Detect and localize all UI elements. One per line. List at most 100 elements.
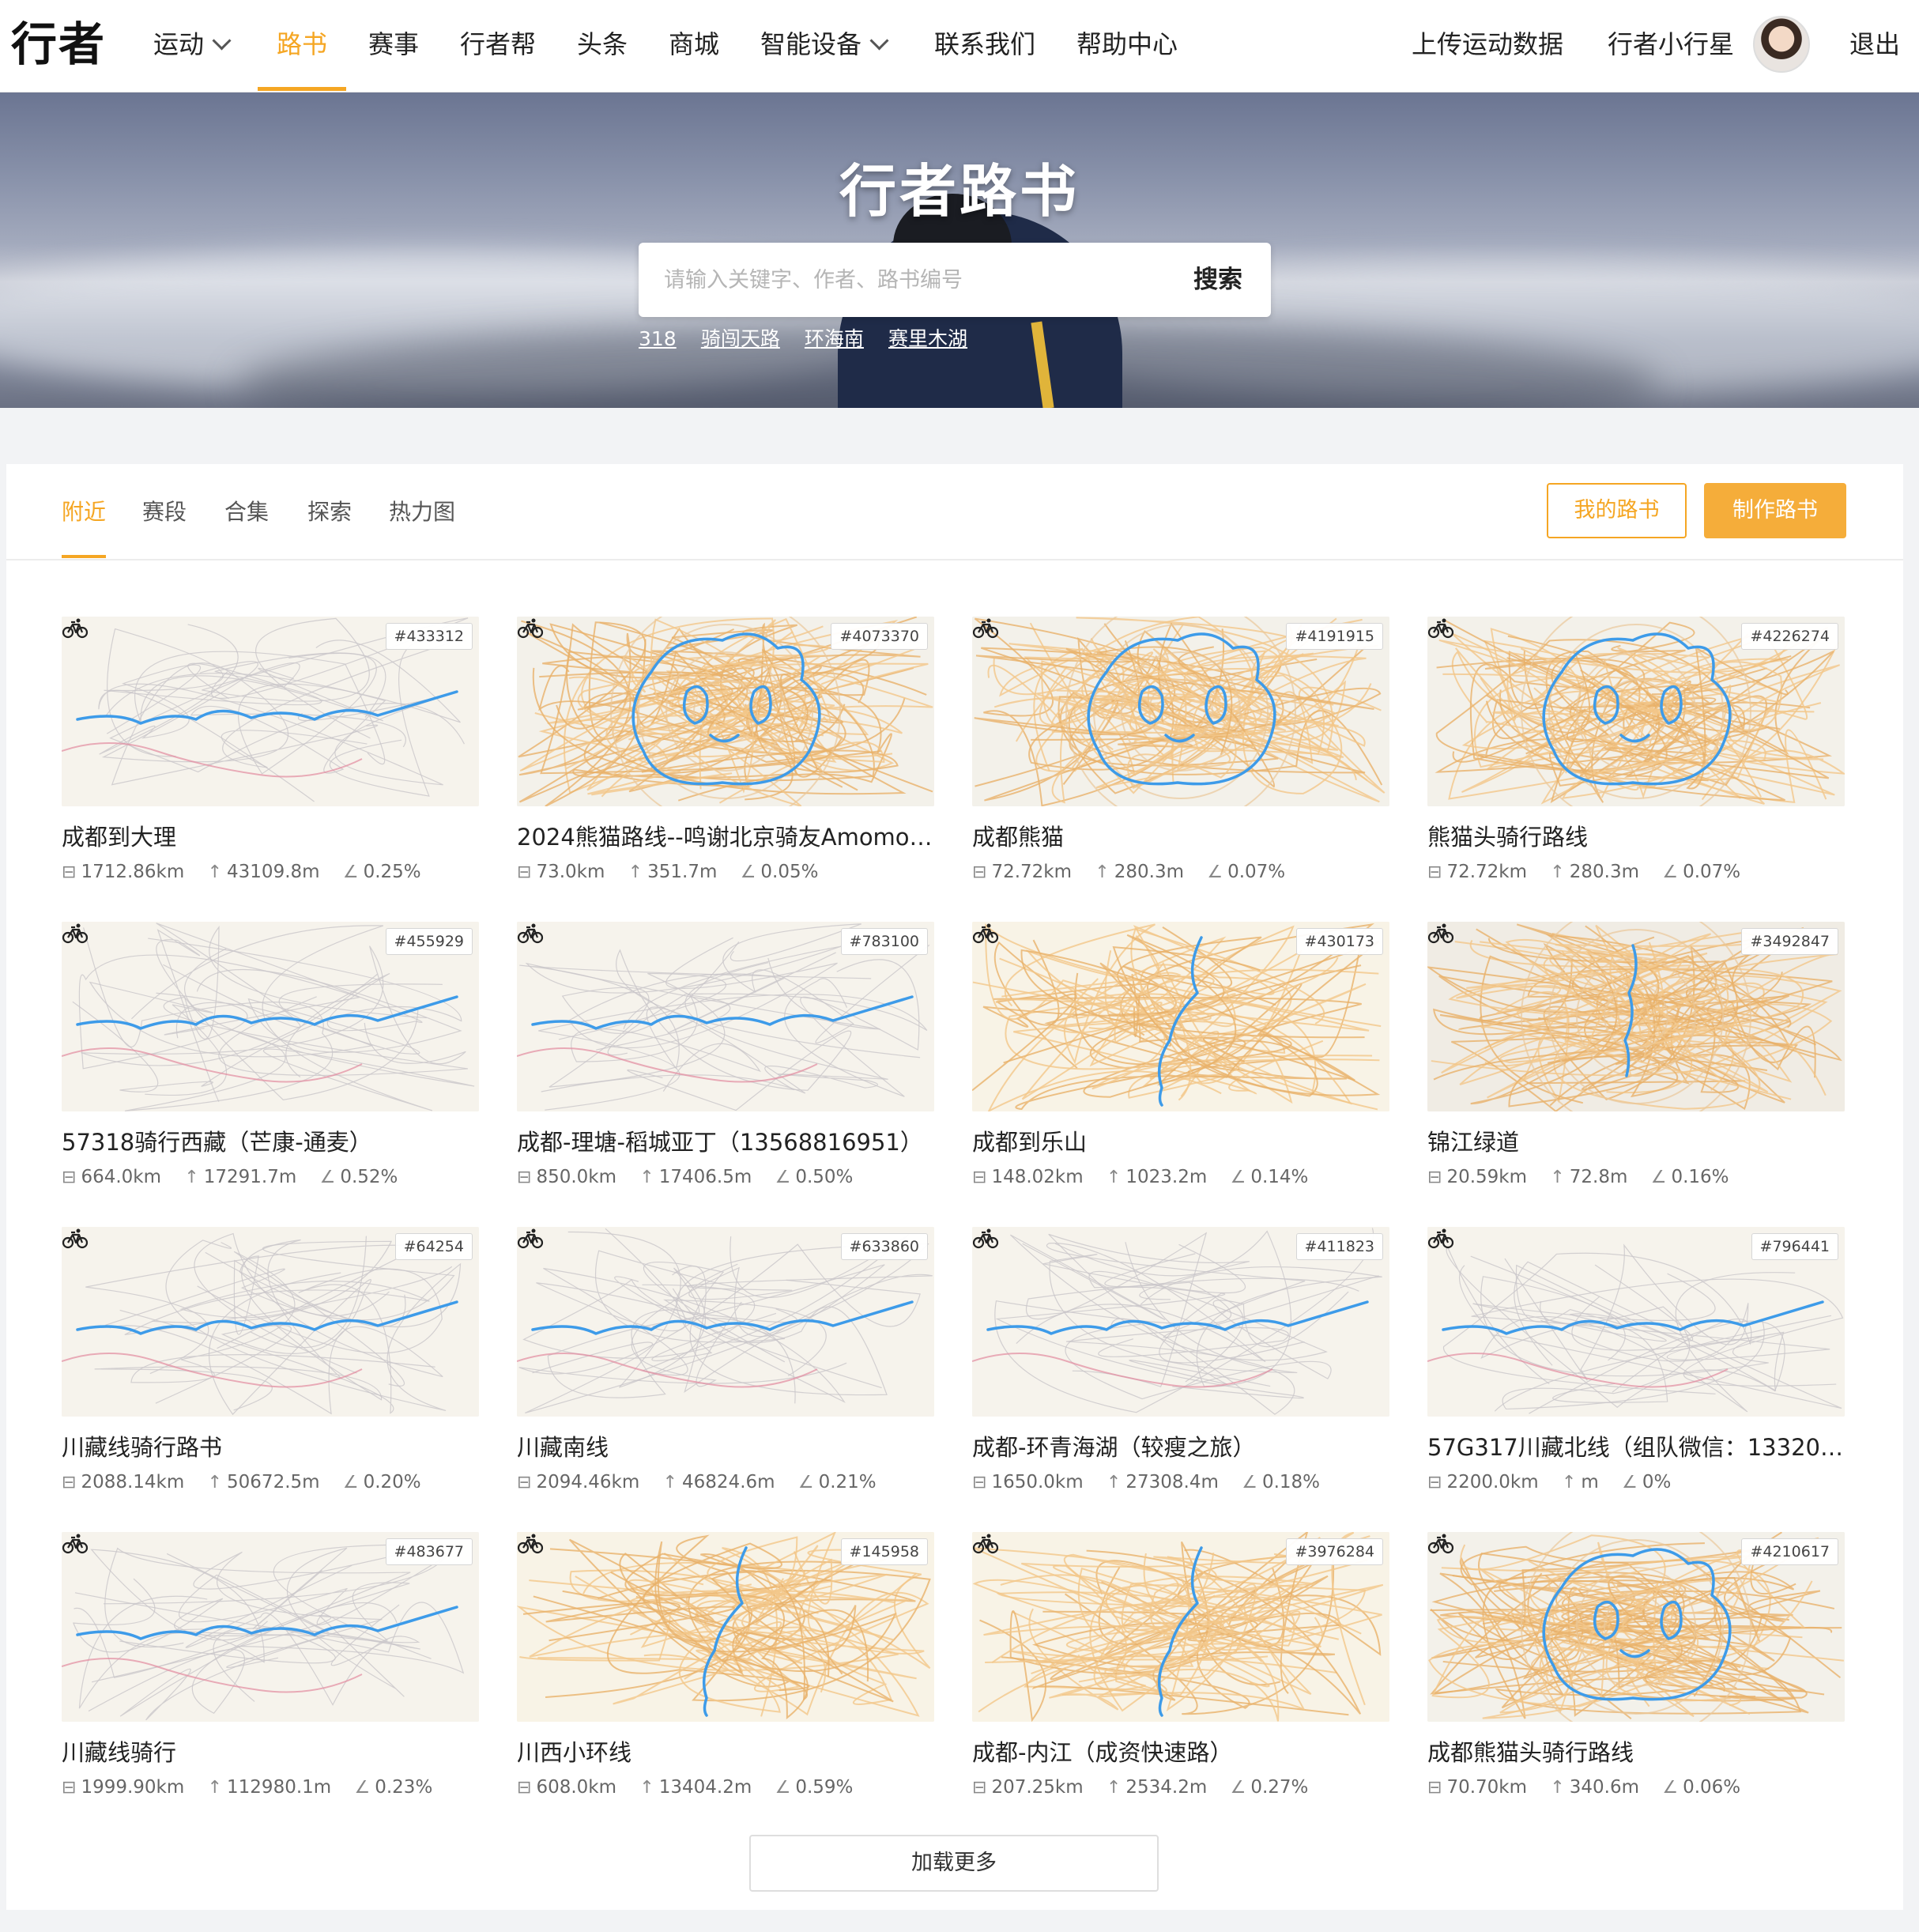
route-card[interactable]: #430173 成都到乐山 ⊟ 148.02km ↑ 1023.2m ∠ 0.14%: [972, 922, 1389, 1227]
route-map-thumbnail: #4073370: [517, 617, 934, 806]
hot-tag-link[interactable]: 赛里木湖: [888, 323, 967, 352]
angle-icon: ∠: [342, 862, 359, 882]
route-title[interactable]: 成都-理塘-稻城亚丁（13568816951）: [517, 1124, 934, 1157]
route-map-thumbnail: #64254: [62, 1227, 479, 1417]
distance-value: 70.70km: [1446, 1777, 1528, 1798]
avatar[interactable]: [1753, 16, 1810, 73]
route-id-badge: #64254: [394, 1233, 473, 1260]
arrow-up-icon: ↑: [207, 1778, 223, 1798]
route-id-badge: #4226274: [1741, 623, 1838, 650]
hot-tag-link[interactable]: 环海南: [805, 323, 864, 352]
route-title[interactable]: 川藏线骑行: [62, 1734, 479, 1768]
route-card[interactable]: #796441 57G317川藏北线（组队微信：1332037… ⊟ 2200.0…: [1427, 1227, 1845, 1532]
nav-item-routes[interactable]: 路书: [277, 0, 327, 92]
route-card[interactable]: #633860 川藏南线 ⊟ 2094.46km ↑ 46824.6m ∠ 0.21%: [517, 1227, 934, 1532]
upload-data-link[interactable]: 上传运动数据: [1412, 0, 1563, 92]
route-title[interactable]: 成都熊猫头骑行路线: [1427, 1734, 1845, 1768]
arrow-up-icon: ↑: [1561, 1473, 1577, 1492]
tab-collections[interactable]: 合集: [224, 464, 269, 559]
route-card[interactable]: #3976284 成都-内江（成资快速路） ⊟ 207.25km ↑ 2534.2m…: [972, 1532, 1389, 1837]
my-routes-button[interactable]: 我的路书: [1547, 483, 1687, 538]
bicycle-icon: [972, 1228, 999, 1249]
route-card[interactable]: #455929 57318骑行西藏（芒康-通麦） ⊟ 664.0km ↑ 17291…: [62, 922, 479, 1227]
route-title[interactable]: 成都到乐山: [972, 1124, 1389, 1157]
nav-item-events[interactable]: 赛事: [368, 0, 419, 92]
tab-nearby[interactable]: 附近: [62, 464, 106, 559]
hot-tag-link[interactable]: 318: [639, 327, 677, 350]
route-stats: ⊟ 70.70km ↑ 340.6m ∠ 0.06%: [1427, 1777, 1758, 1798]
elevation-value: 43109.8m: [227, 862, 320, 882]
elevation-value: 27308.4m: [1125, 1472, 1219, 1492]
logout-link[interactable]: 退出: [1849, 0, 1900, 92]
route-title[interactable]: 锦江绿道: [1427, 1124, 1845, 1157]
tab-explore[interactable]: 探索: [307, 464, 352, 559]
route-stats: ⊟ 20.59km ↑ 72.8m ∠ 0.16%: [1427, 1167, 1747, 1187]
hot-tag-link[interactable]: 骑闯天路: [701, 323, 780, 352]
site-logo[interactable]: 行者: [11, 19, 106, 70]
route-card[interactable]: #4073370 2024熊猫路线--鸣谢北京骑友Amomo… ⊟ 73.0km …: [517, 617, 934, 922]
distance-value: 608.0km: [536, 1777, 617, 1798]
create-route-button[interactable]: 制作路书: [1704, 483, 1846, 538]
grade-value: 0.07%: [1227, 862, 1286, 882]
distance-icon: ⊟: [1427, 1473, 1442, 1492]
route-card[interactable]: #3492847 锦江绿道 ⊟ 20.59km ↑ 72.8m ∠ 0.16%: [1427, 922, 1845, 1227]
tab-heatmap[interactable]: 热力图: [389, 464, 455, 559]
elevation-stat: ↑ 50672.5m: [208, 1472, 320, 1492]
distance-stat: ⊟ 1999.90km: [62, 1777, 184, 1798]
route-stats: ⊟ 1712.86km ↑ 43109.8m ∠ 0.25%: [62, 862, 439, 882]
nav-item-contact[interactable]: 联系我们: [934, 0, 1035, 92]
route-id-badge: #433312: [385, 623, 473, 650]
angle-icon: ∠: [1207, 862, 1223, 882]
route-card[interactable]: #4210617 成都熊猫头骑行路线 ⊟ 70.70km ↑ 340.6m ∠ 0.0…: [1427, 1532, 1845, 1837]
bicycle-icon: [972, 618, 999, 639]
nav-item-mall[interactable]: 商城: [669, 0, 719, 92]
route-card[interactable]: #411823 成都-环青海湖（较瘦之旅） ⊟ 1650.0km ↑ 27308.4…: [972, 1227, 1389, 1532]
distance-stat: ⊟ 850.0km: [517, 1167, 616, 1187]
route-title[interactable]: 熊猫头骑行路线: [1427, 819, 1845, 852]
route-card[interactable]: #483677 川藏线骑行 ⊟ 1999.90km ↑ 112980.1m ∠ 0.2…: [62, 1532, 479, 1837]
route-title[interactable]: 成都-环青海湖（较瘦之旅）: [972, 1429, 1389, 1462]
distance-value: 20.59km: [1446, 1167, 1528, 1187]
angle-icon: ∠: [1230, 1778, 1246, 1798]
route-title[interactable]: 川藏南线: [517, 1429, 934, 1462]
tab-segments[interactable]: 赛段: [142, 464, 187, 559]
distance-value: 207.25km: [991, 1777, 1084, 1798]
route-card[interactable]: #433312 成都到大理 ⊟ 1712.86km ↑ 43109.8m ∠ 0.25…: [62, 617, 479, 922]
bicycle-icon: [1427, 1534, 1454, 1554]
route-title[interactable]: 成都到大理: [62, 819, 479, 852]
nav-item-club[interactable]: 行者帮: [460, 0, 536, 92]
search-input[interactable]: [639, 243, 1144, 317]
load-more-button[interactable]: 加载更多: [749, 1835, 1159, 1892]
route-title[interactable]: 2024熊猫路线--鸣谢北京骑友Amomo…: [517, 819, 934, 852]
grade-value: 0.20%: [363, 1472, 421, 1492]
route-title[interactable]: 57G317川藏北线（组队微信：1332037…: [1427, 1429, 1845, 1462]
nav-item-headlines[interactable]: 头条: [577, 0, 628, 92]
route-title[interactable]: 川西小环线: [517, 1734, 934, 1768]
elevation-stat: ↑ m: [1562, 1472, 1599, 1492]
elevation-value: 17406.5m: [658, 1167, 752, 1187]
angle-icon: ∠: [1662, 1778, 1679, 1798]
route-map-thumbnail: #3492847: [1427, 922, 1845, 1111]
route-title[interactable]: 57318骑行西藏（芒康-通麦）: [62, 1124, 479, 1157]
distance-stat: ⊟ 608.0km: [517, 1777, 616, 1798]
route-card[interactable]: #4191915 成都熊猫 ⊟ 72.72km ↑ 280.3m ∠ 0.07%: [972, 617, 1389, 922]
distance-stat: ⊟ 72.72km: [1427, 862, 1527, 882]
route-title[interactable]: 成都-内江（成资快速路）: [972, 1734, 1389, 1768]
route-card[interactable]: #4226274 熊猫头骑行路线 ⊟ 72.72km ↑ 280.3m ∠ 0.07%: [1427, 617, 1845, 922]
route-card[interactable]: #783100 成都-理塘-稻城亚丁（13568816951） ⊟ 850.0km…: [517, 922, 934, 1227]
route-card[interactable]: #64254 川藏线骑行路书 ⊟ 2088.14km ↑ 50672.5m ∠ 0.2…: [62, 1227, 479, 1532]
grade-stat: ∠ 0%: [1622, 1472, 1671, 1492]
bicycle-icon: [1427, 1228, 1454, 1249]
nav-item-devices[interactable]: 智能设备: [760, 0, 889, 92]
route-title[interactable]: 成都熊猫: [972, 819, 1389, 852]
arrow-up-icon: ↑: [1106, 1778, 1122, 1798]
bicycle-icon: [517, 923, 544, 944]
search-button[interactable]: 搜索: [1193, 243, 1242, 317]
username-link[interactable]: 行者小行星: [1608, 0, 1734, 92]
distance-icon: ⊟: [517, 862, 532, 882]
route-title[interactable]: 川藏线骑行路书: [62, 1429, 479, 1462]
grade-value: 0.25%: [363, 862, 421, 882]
nav-item-sport[interactable]: 运动: [153, 0, 232, 92]
route-card[interactable]: #145958 川西小环线 ⊟ 608.0km ↑ 13404.2m ∠ 0.59%: [517, 1532, 934, 1837]
nav-item-help[interactable]: 帮助中心: [1076, 0, 1178, 92]
